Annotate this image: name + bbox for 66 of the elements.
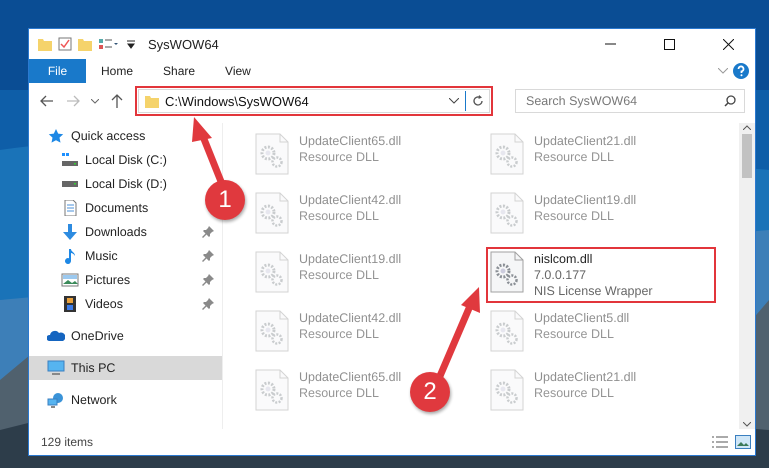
sidebar-item[interactable]: Documents — [29, 196, 156, 220]
gear-file-icon — [490, 251, 524, 293]
picture-icon — [61, 272, 79, 288]
search-icon — [724, 95, 736, 107]
film-icon — [61, 296, 79, 312]
gear-file-icon — [490, 310, 524, 352]
monitor-icon — [47, 360, 65, 376]
scroll-up-icon[interactable] — [743, 125, 751, 130]
address-path: C:\Windows\SysWOW64 — [165, 94, 310, 108]
chevron-down-icon — [718, 68, 728, 74]
sidebar-item[interactable]: Quick access — [29, 124, 154, 148]
cloud-icon — [47, 328, 65, 344]
back-arrow-icon — [40, 95, 54, 107]
gear-file-icon — [255, 369, 289, 411]
pin-icon[interactable] — [202, 226, 214, 238]
ribbon-tab[interactable]: File — [29, 59, 86, 83]
sidebar-item[interactable]: Videos — [29, 292, 222, 316]
close-icon — [723, 38, 734, 50]
file-item[interactable]: nislcom.dll 7.0.0.177 NIS License Wrapper — [486, 247, 716, 303]
gear-file-icon — [255, 310, 289, 352]
sidebar-item[interactable]: OneDrive — [29, 324, 132, 348]
window-title: SysWOW64 — [148, 36, 219, 52]
folder-icon — [145, 94, 159, 108]
view-options-icon[interactable] — [98, 37, 120, 51]
caret-icon — [91, 98, 99, 104]
drive-icon — [61, 152, 79, 168]
gear-file-icon — [255, 251, 289, 293]
pin-icon[interactable] — [202, 274, 214, 286]
scroll-down-icon[interactable] — [743, 422, 751, 427]
drive-icon — [61, 181, 79, 187]
ribbon-tab[interactable]: Share — [148, 59, 210, 83]
maximize-icon — [664, 38, 675, 50]
address-bar[interactable]: C:\Windows\SysWOW64 — [138, 89, 490, 113]
gear-file-icon — [490, 369, 524, 411]
sidebar-item[interactable]: Network — [29, 388, 125, 412]
gear-file-icon — [255, 133, 289, 175]
refresh-icon[interactable] — [472, 95, 484, 107]
sidebar-item[interactable]: Downloads — [29, 220, 222, 244]
up-arrow-icon — [111, 94, 123, 108]
help-icon[interactable] — [733, 63, 749, 79]
search-box[interactable]: Search SysWOW64 — [515, 89, 745, 113]
gear-file-icon — [255, 192, 289, 234]
sidebar-item[interactable]: Pictures — [29, 268, 222, 292]
forward-arrow-icon — [66, 95, 80, 107]
scroll-thumb[interactable] — [742, 134, 752, 178]
item-count: 129 items — [41, 435, 94, 449]
star-icon — [47, 128, 65, 144]
pin-icon[interactable] — [202, 250, 214, 262]
sidebar-item[interactable]: This PC — [29, 356, 222, 380]
download-icon — [61, 224, 79, 240]
checklist-icon[interactable] — [58, 37, 72, 51]
gear-file-icon — [490, 192, 524, 234]
ribbon-tab[interactable]: Home — [86, 59, 148, 83]
sidebar-item[interactable]: Local Disk (C:) — [29, 148, 175, 172]
large-icons-view-icon[interactable] — [735, 435, 751, 449]
minimize-icon — [605, 43, 616, 45]
gear-file-icon — [490, 133, 524, 175]
sidebar-item[interactable]: Local Disk (D:) — [29, 172, 175, 196]
ribbon-tab[interactable]: View — [210, 59, 266, 83]
network-icon — [47, 392, 65, 408]
details-view-icon[interactable] — [711, 435, 729, 449]
pin-icon[interactable] — [202, 298, 214, 310]
caret-icon[interactable] — [126, 39, 136, 49]
dropdown-caret-icon[interactable] — [449, 98, 459, 104]
scrollbar[interactable] — [739, 123, 755, 429]
sidebar-item[interactable]: Music — [29, 244, 222, 268]
